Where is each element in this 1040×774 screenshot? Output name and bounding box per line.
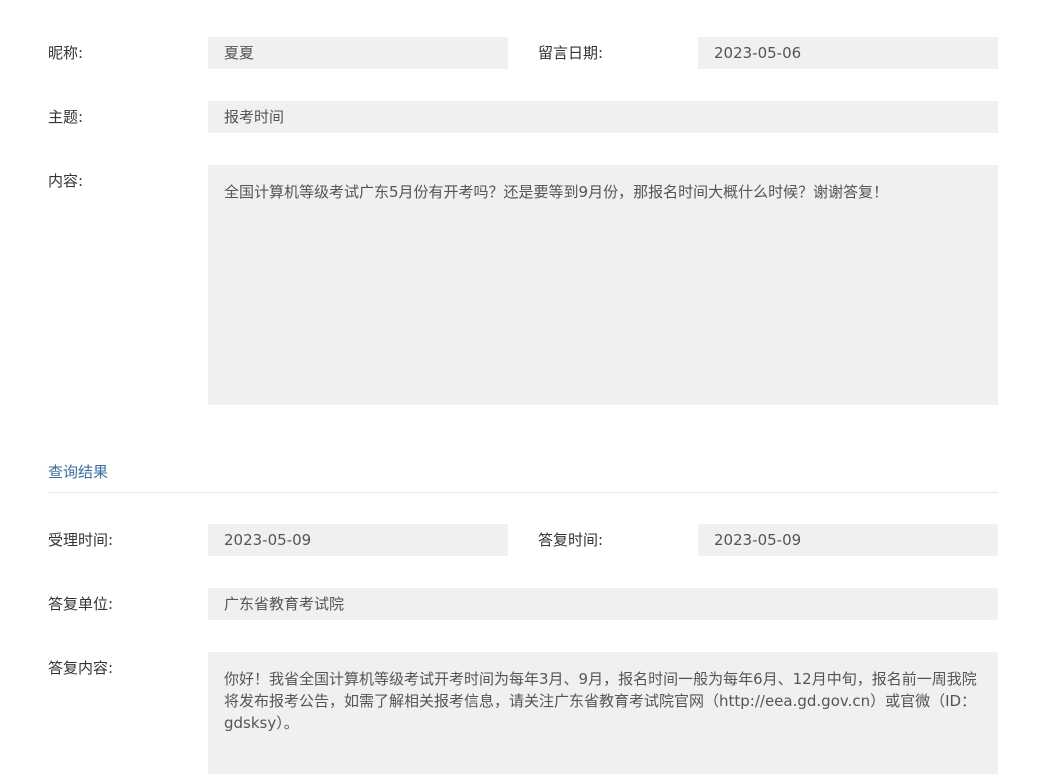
accept-time-label: 受理时间: <box>48 531 114 549</box>
reply-unit-field: 广东省教育考试院 <box>208 588 998 620</box>
nickname-field: 夏夏 <box>208 37 508 69</box>
content-field: 全国计算机等级考试广东5月份有开考吗？还是要等到9月份，那报名时间大概什么时候？… <box>208 165 998 405</box>
reply-unit-label: 答复单位: <box>48 595 114 613</box>
accept-time-field: 2023-05-09 <box>208 524 508 556</box>
nickname-label: 昵称: <box>48 44 84 62</box>
reply-content-label: 答复内容: <box>48 659 114 677</box>
reply-time-label: 答复时间: <box>538 531 604 549</box>
message-date-field: 2023-05-06 <box>698 37 998 69</box>
reply-time-field: 2023-05-09 <box>698 524 998 556</box>
section-divider <box>48 492 998 493</box>
query-result-title: 查询结果 <box>48 463 109 481</box>
subject-label: 主题: <box>48 108 84 126</box>
message-detail-page: 昵称: 夏夏 留言日期: 2023-05-06 主题: 报考时间 内容: 全国计… <box>0 0 1040 774</box>
subject-field: 报考时间 <box>208 101 998 133</box>
content-label: 内容: <box>48 172 84 190</box>
reply-content-field: 你好！我省全国计算机等级考试开考时间为每年3月、9月，报名时间一般为每年6月、1… <box>208 652 998 774</box>
message-date-label: 留言日期: <box>538 44 604 62</box>
